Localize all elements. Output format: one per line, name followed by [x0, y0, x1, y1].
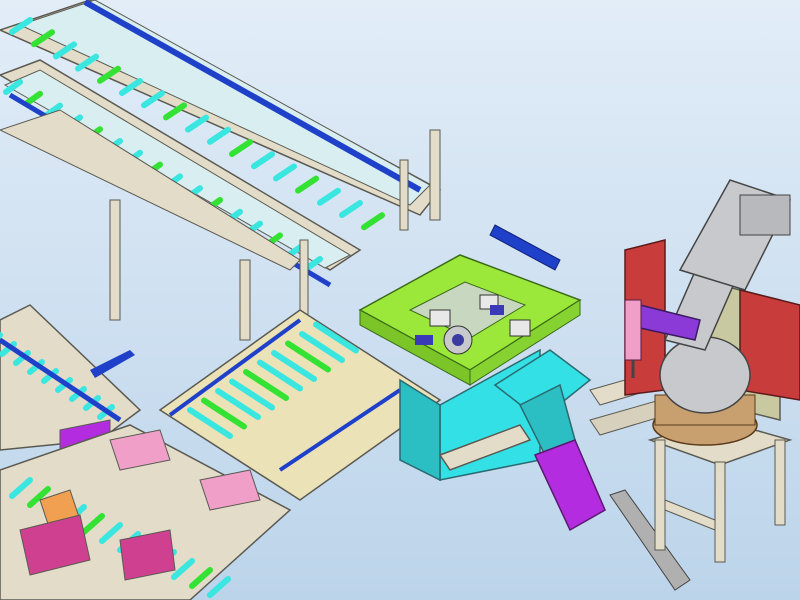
leg [109, 199, 121, 321]
clamp-unit [509, 319, 531, 337]
blue-actuator [490, 305, 504, 315]
stand-leg [774, 439, 786, 526]
stand-leg [714, 461, 726, 563]
leg [429, 129, 441, 221]
blue-actuator [415, 335, 433, 345]
clamp-unit [429, 309, 451, 327]
robot-gripper [624, 299, 642, 361]
leg [239, 259, 251, 341]
rotary-fixture-hub [452, 334, 464, 346]
cad-assembly-view [0, 0, 800, 600]
leg [399, 159, 409, 231]
robot-motor [739, 194, 791, 236]
stand-leg [654, 439, 666, 551]
